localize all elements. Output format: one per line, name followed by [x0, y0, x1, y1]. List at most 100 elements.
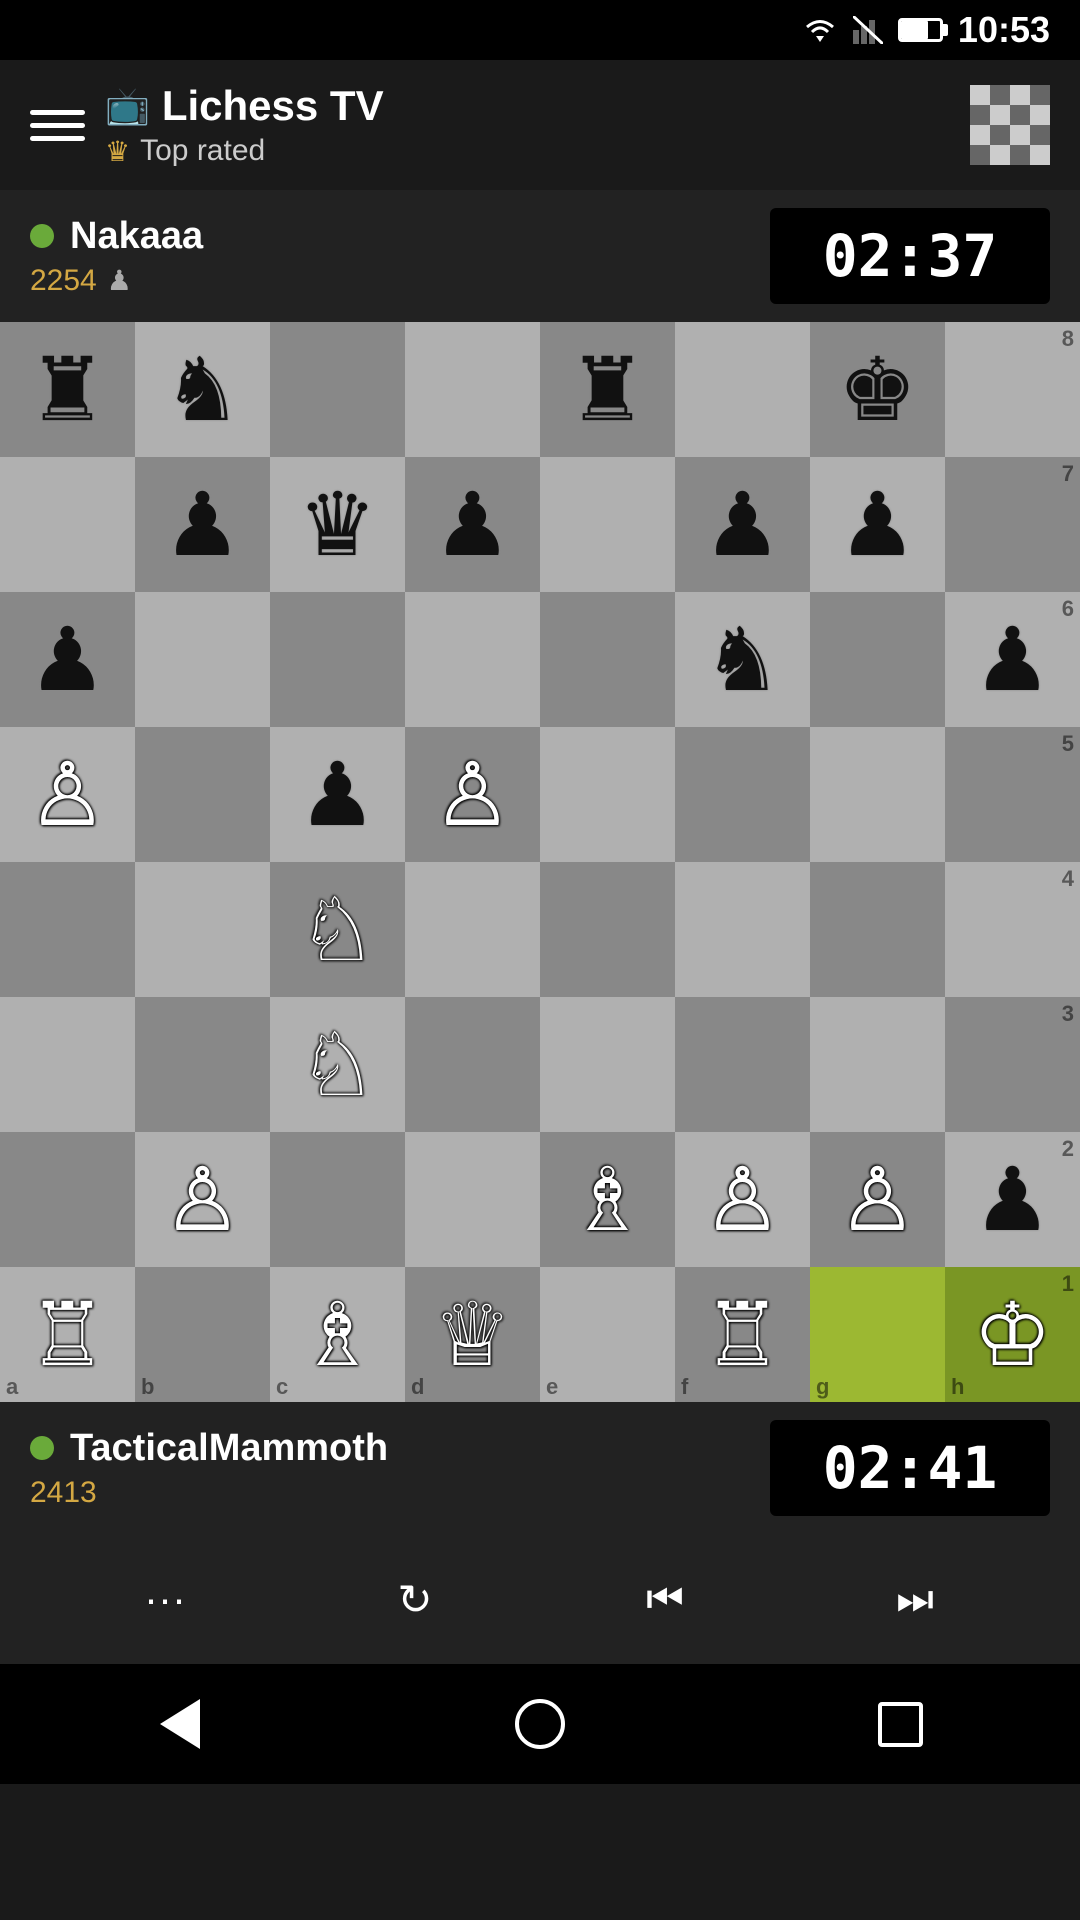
chess-piece-g7: ♟ — [838, 481, 917, 569]
board-cell-f2[interactable]: ♙ — [675, 1132, 810, 1267]
board-cell-e3[interactable] — [540, 997, 675, 1132]
board-cell-d3[interactable] — [405, 997, 540, 1132]
chess-board-container: ♜♞♜♚8♟♛♟♟♟7♟♞6♟♙♟♙5♘4♘3♙♗♙♙2♟a♖bc♗d♕ef♖g… — [0, 322, 1080, 1402]
nav-home-icon — [515, 1699, 565, 1749]
board-cell-h1[interactable]: 1h♔ — [945, 1267, 1080, 1402]
board-cell-h6[interactable]: 6♟ — [945, 592, 1080, 727]
board-cell-g7[interactable]: ♟ — [810, 457, 945, 592]
forward-button[interactable]: ⏭ — [875, 1559, 955, 1639]
board-cell-b1[interactable]: b — [135, 1267, 270, 1402]
board-cell-c5[interactable]: ♟ — [270, 727, 405, 862]
board-cell-e8[interactable]: ♜ — [540, 322, 675, 457]
chess-cell — [1010, 145, 1030, 165]
chess-cell — [1030, 85, 1050, 105]
board-cell-c3[interactable]: ♘ — [270, 997, 405, 1132]
menu-button[interactable] — [30, 110, 85, 141]
board-cell-f7[interactable]: ♟ — [675, 457, 810, 592]
more-button[interactable]: ··· — [125, 1559, 205, 1639]
board-cell-e7[interactable] — [540, 457, 675, 592]
board-cell-g6[interactable] — [810, 592, 945, 727]
board-cell-g5[interactable] — [810, 727, 945, 862]
board-cell-c8[interactable] — [270, 322, 405, 457]
top-player-rating-row: 2254 ♟ — [30, 264, 203, 298]
header-title-area: 📺 Lichess TV ♛ Top rated — [105, 82, 950, 168]
board-cell-b8[interactable]: ♞ — [135, 322, 270, 457]
top-player-online-indicator — [30, 224, 54, 248]
board-cell-g3[interactable] — [810, 997, 945, 1132]
board-cell-g4[interactable] — [810, 862, 945, 997]
top-player-area: Nakaaa 2254 ♟ 02:37 — [0, 190, 1080, 322]
board-cell-g8[interactable]: ♚ — [810, 322, 945, 457]
board-cell-a3[interactable] — [0, 997, 135, 1132]
board-cell-e6[interactable] — [540, 592, 675, 727]
board-cell-d4[interactable] — [405, 862, 540, 997]
board-cell-e4[interactable] — [540, 862, 675, 997]
board-cell-f4[interactable] — [675, 862, 810, 997]
board-cell-a1[interactable]: a♖ — [0, 1267, 135, 1402]
chess-cell — [1030, 145, 1050, 165]
board-cell-a6[interactable]: ♟ — [0, 592, 135, 727]
board-cell-a7[interactable] — [0, 457, 135, 592]
chess-piece-g8: ♚ — [838, 346, 917, 434]
board-cell-b6[interactable] — [135, 592, 270, 727]
board-cell-e5[interactable] — [540, 727, 675, 862]
back-button[interactable]: ⏮ — [625, 1559, 705, 1639]
app-subtitle: ♛ Top rated — [105, 134, 950, 168]
board-cell-b2[interactable]: ♙ — [135, 1132, 270, 1267]
board-cell-c4[interactable]: ♘ — [270, 862, 405, 997]
board-cell-g2[interactable]: ♙ — [810, 1132, 945, 1267]
board-cell-a5[interactable]: ♙ — [0, 727, 135, 862]
board-cell-f5[interactable] — [675, 727, 810, 862]
nav-home-button[interactable] — [505, 1689, 575, 1759]
board-cell-f3[interactable] — [675, 997, 810, 1132]
board-cell-c1[interactable]: c♗ — [270, 1267, 405, 1402]
board-cell-e1[interactable]: e — [540, 1267, 675, 1402]
board-cell-h2[interactable]: 2♟ — [945, 1132, 1080, 1267]
board-cell-h7[interactable]: 7 — [945, 457, 1080, 592]
board-cell-a2[interactable] — [0, 1132, 135, 1267]
board-cell-d2[interactable] — [405, 1132, 540, 1267]
board-cell-c6[interactable] — [270, 592, 405, 727]
board-cell-b7[interactable]: ♟ — [135, 457, 270, 592]
board-cell-e2[interactable]: ♗ — [540, 1132, 675, 1267]
board-cell-g1[interactable]: g — [810, 1267, 945, 1402]
board-cell-f6[interactable]: ♞ — [675, 592, 810, 727]
file-label-f: f — [681, 1374, 688, 1400]
board-cell-a4[interactable] — [0, 862, 135, 997]
board-cell-d8[interactable] — [405, 322, 540, 457]
board-cell-d7[interactable]: ♟ — [405, 457, 540, 592]
board-cell-h3[interactable]: 3 — [945, 997, 1080, 1132]
chess-piece-a1: ♖ — [28, 1291, 107, 1379]
chess-cell — [990, 125, 1010, 145]
rotate-button[interactable]: ↻ — [375, 1559, 455, 1639]
chess-cell — [1030, 105, 1050, 125]
board-cell-b4[interactable] — [135, 862, 270, 997]
board-cell-b3[interactable] — [135, 997, 270, 1132]
bottom-player-online-indicator — [30, 1436, 54, 1460]
chess-pattern-icon[interactable] — [970, 85, 1050, 165]
chess-piece-b7: ♟ — [163, 481, 242, 569]
chess-board[interactable]: ♜♞♜♚8♟♛♟♟♟7♟♞6♟♙♟♙5♘4♘3♙♗♙♙2♟a♖bc♗d♕ef♖g… — [0, 322, 1080, 1402]
file-label-h: h — [951, 1374, 964, 1400]
board-cell-d6[interactable] — [405, 592, 540, 727]
fast-forward-icon: ⏭ — [896, 1575, 934, 1624]
file-label-d: d — [411, 1374, 424, 1400]
nav-back-button[interactable] — [145, 1689, 215, 1759]
board-cell-c2[interactable] — [270, 1132, 405, 1267]
board-cell-h4[interactable]: 4 — [945, 862, 1080, 997]
board-cell-h5[interactable]: 5 — [945, 727, 1080, 862]
board-cell-b5[interactable] — [135, 727, 270, 862]
board-cell-d5[interactable]: ♙ — [405, 727, 540, 862]
board-cell-h8[interactable]: 8 — [945, 322, 1080, 457]
nav-recent-button[interactable] — [865, 1689, 935, 1759]
file-label-b: b — [141, 1374, 154, 1400]
board-cell-a8[interactable]: ♜ — [0, 322, 135, 457]
board-cell-f1[interactable]: f♖ — [675, 1267, 810, 1402]
rank-label-4: 4 — [1062, 866, 1074, 892]
board-cell-c7[interactable]: ♛ — [270, 457, 405, 592]
top-player-rating: 2254 — [30, 264, 97, 298]
board-cell-f8[interactable] — [675, 322, 810, 457]
more-icon: ··· — [144, 1575, 186, 1623]
board-cell-d1[interactable]: d♕ — [405, 1267, 540, 1402]
app-title-text: Lichess TV — [162, 82, 384, 130]
